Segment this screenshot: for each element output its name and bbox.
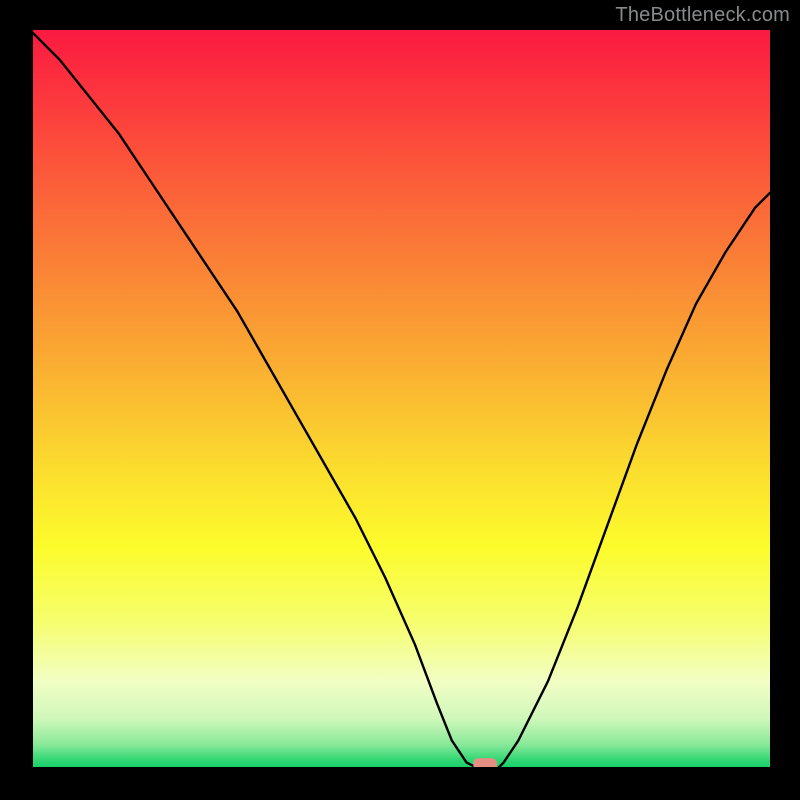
optimal-marker: [473, 758, 497, 770]
watermark-text: TheBottleneck.com: [615, 4, 790, 27]
chart-background: [30, 30, 770, 770]
bottleneck-chart: [30, 30, 770, 770]
chart-container: TheBottleneck.com: [0, 0, 800, 800]
